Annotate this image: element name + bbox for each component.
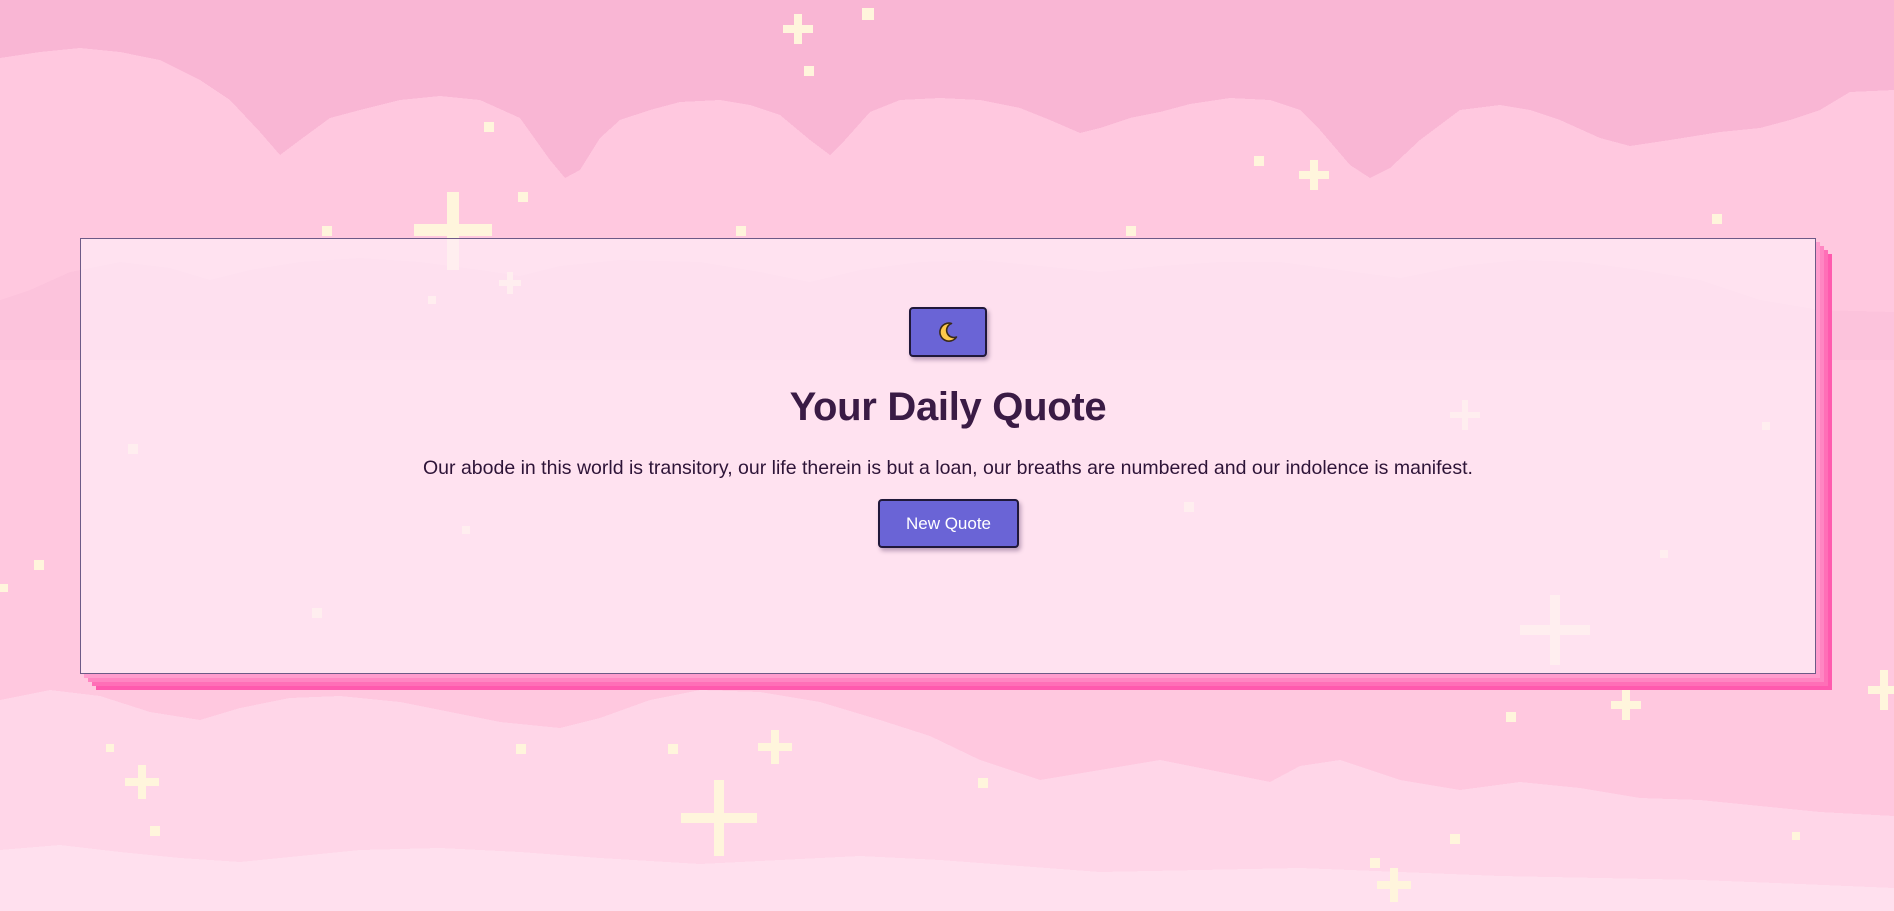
- moon-icon: [939, 322, 958, 342]
- new-quote-button[interactable]: New Quote: [878, 499, 1019, 548]
- page-title: Your Daily Quote: [789, 385, 1107, 429]
- theme-toggle-button[interactable]: [909, 307, 987, 357]
- quote-card: Your Daily Quote Our abode in this world…: [80, 238, 1816, 674]
- quote-text: Our abode in this world is transitory, o…: [423, 457, 1473, 479]
